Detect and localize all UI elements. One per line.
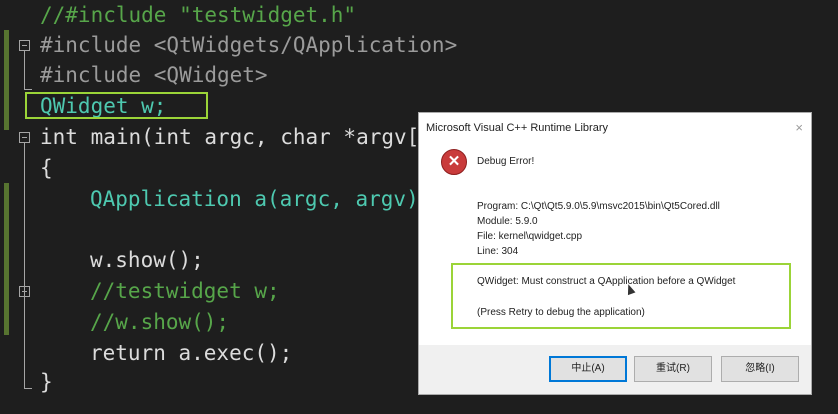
abort-button[interactable]: 中止(A) [549, 356, 627, 382]
code-line-2: #include <QtWidgets/QApplication> [40, 33, 458, 57]
code-line-9: //testwidget w; [90, 279, 280, 303]
retry-button[interactable]: 重试(R) [634, 356, 712, 382]
error-dialog: Microsoft Visual C++ Runtime Library × ✕… [418, 112, 812, 395]
module-info: Module: 5.9.0 [477, 216, 538, 227]
fold-guide-end [24, 388, 32, 389]
code-line-3: #include <QWidget> [40, 63, 268, 87]
close-button[interactable]: × [795, 120, 803, 135]
error-message: QWidget: Must construct a QApplication b… [477, 276, 736, 287]
fold-toggle-icon[interactable] [19, 132, 30, 143]
code-line-7: QApplication a(argc, argv) [90, 187, 419, 211]
fold-toggle-icon[interactable] [19, 286, 30, 297]
code-line-1: //#include "testwidget.h" [40, 3, 357, 27]
fold-guide [24, 143, 25, 388]
fold-guide [24, 51, 25, 89]
error-title: Debug Error! [477, 156, 535, 167]
ignore-button[interactable]: 忽略(I) [721, 356, 799, 382]
dialog-title: Microsoft Visual C++ Runtime Library [426, 122, 608, 134]
retry-hint: (Press Retry to debug the application) [477, 307, 645, 318]
change-indicator [4, 30, 9, 130]
code-line-8: w.show(); [90, 248, 204, 272]
error-icon: ✕ [441, 149, 467, 175]
code-line-11: return a.exec(); [90, 341, 293, 365]
highlight-box [25, 92, 208, 119]
line-info: Line: 304 [477, 246, 519, 257]
code-line-5: int main(int argc, char *argv[ [40, 125, 420, 149]
change-indicator [4, 183, 9, 335]
code-line-6: { [40, 156, 53, 180]
fold-guide-end [24, 89, 32, 90]
file-info: File: kernel\qwidget.cpp [477, 231, 583, 242]
code-line-10: //w.show(); [90, 310, 230, 334]
highlight-box [451, 263, 791, 329]
code-line-12: } [40, 370, 53, 394]
program-path: Program: C:\Qt\Qt5.9.0\5.9\msvc2015\bin\… [477, 201, 720, 212]
dialog-titlebar[interactable]: Microsoft Visual C++ Runtime Library × [419, 113, 811, 143]
fold-toggle-icon[interactable] [19, 40, 30, 51]
